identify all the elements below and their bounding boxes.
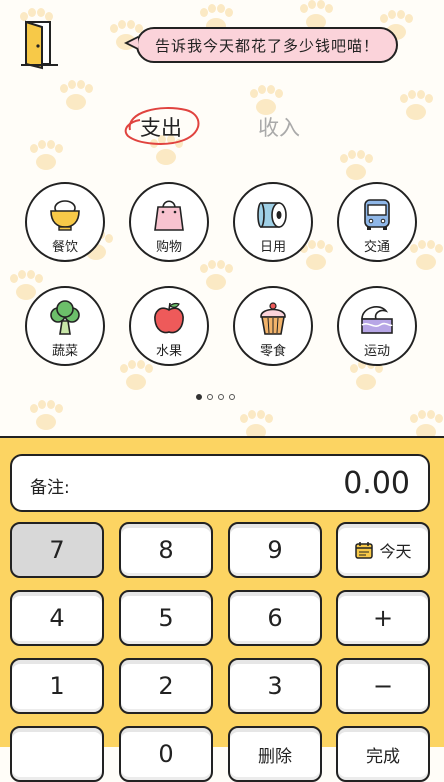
category-label: 零食 [259, 344, 286, 359]
apple-icon [154, 302, 184, 334]
category-label: 蔬菜 [51, 344, 78, 359]
speech-bubble: 告诉我今天都花了多少钱吧喵！ [136, 27, 398, 63]
key-blank[interactable] [10, 726, 104, 782]
speech-text: 告诉我今天都花了多少钱吧喵！ [154, 36, 379, 55]
category-transport[interactable]: 交通 [337, 182, 417, 262]
rice-bowl-icon [50, 200, 80, 231]
key-8[interactable]: 8 [119, 522, 213, 578]
page-indicator [196, 394, 235, 400]
page-dot [218, 394, 224, 400]
keypad-panel: 备注: 0.00 7 8 9 今天 4 5 6 + 1 2 3 − 0 删除 完… [0, 436, 444, 782]
key-0[interactable]: 0 [119, 726, 213, 782]
key-6[interactable]: 6 [228, 590, 322, 646]
category-label: 日用 [259, 240, 286, 255]
key-minus[interactable]: − [336, 658, 430, 714]
key-plus[interactable]: + [336, 590, 430, 646]
key-4[interactable]: 4 [10, 590, 104, 646]
delete-button[interactable]: 删除 [228, 726, 322, 782]
toilet-paper-icon [257, 202, 287, 228]
category-label: 交通 [363, 240, 390, 255]
note-label: 备注: [30, 478, 70, 498]
category-label: 餐饮 [51, 240, 78, 255]
category-label: 运动 [363, 344, 390, 359]
page-dot [207, 394, 213, 400]
done-button[interactable]: 完成 [336, 726, 430, 782]
cupcake-icon [260, 302, 286, 335]
page-dot [229, 394, 235, 400]
key-5[interactable]: 5 [119, 590, 213, 646]
category-snacks[interactable]: 零食 [233, 286, 313, 366]
bus-icon [364, 199, 390, 230]
category-dining[interactable]: 餐饮 [25, 182, 105, 262]
category-shopping[interactable]: 购物 [129, 182, 209, 262]
tab-income[interactable]: 收入 [258, 112, 300, 142]
exit-door-icon[interactable] [20, 18, 64, 70]
category-fruit[interactable]: 水果 [129, 286, 209, 366]
key-9[interactable]: 9 [228, 522, 322, 578]
category-vegetables[interactable]: 蔬菜 [25, 286, 105, 366]
key-2[interactable]: 2 [119, 658, 213, 714]
tab-expense[interactable]: 支出 [140, 112, 182, 142]
calendar-icon [355, 542, 374, 559]
date-label: 今天 [379, 542, 412, 561]
category-label: 水果 [155, 344, 182, 359]
key-3[interactable]: 3 [228, 658, 322, 714]
key-7[interactable]: 7 [10, 522, 104, 578]
category-daily-use[interactable]: 日用 [233, 182, 313, 262]
date-button[interactable]: 今天 [336, 522, 430, 578]
page-dot [196, 394, 202, 400]
surf-wave-icon [361, 306, 393, 334]
category-label: 购物 [155, 240, 182, 255]
key-1[interactable]: 1 [10, 658, 104, 714]
broccoli-icon [50, 300, 80, 335]
note-amount-field[interactable]: 备注: 0.00 [10, 454, 430, 512]
shopping-bag-icon [154, 200, 184, 231]
amount-display: 0.00 [343, 466, 410, 501]
category-sports[interactable]: 运动 [337, 286, 417, 366]
